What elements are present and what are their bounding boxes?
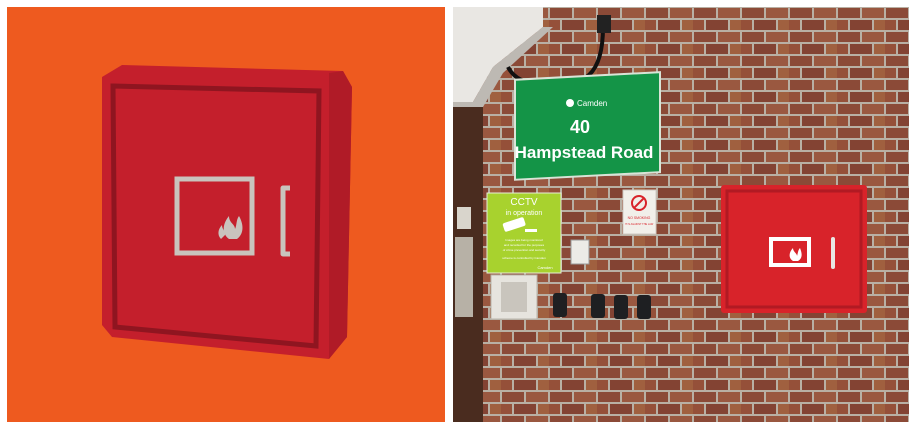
cctv-brand: Camden (537, 265, 552, 270)
cctv-title: CCTV (510, 197, 538, 208)
cable-junction (597, 15, 611, 33)
photo-panel: Camden 40 Hampstead Road CCTV in operati… (453, 7, 909, 422)
photo-cabinet-handle (831, 237, 835, 269)
cctv-small-2: and recorded for the purposes (504, 243, 545, 247)
door-plate (457, 207, 471, 229)
cctv-small-1: Images are being monitored (505, 238, 543, 242)
sign-street: Hampstead Road (515, 143, 654, 162)
cctv-small-4: scheme is controlled by Camden (502, 256, 546, 260)
key-box-3 (614, 295, 628, 319)
sign-number: 40 (570, 117, 590, 137)
intercom-panel (455, 237, 473, 317)
cctv-subtitle: in operation (506, 210, 543, 217)
illustration-panel (7, 7, 445, 422)
no-smoking-text-1: NO SMOKING (628, 216, 651, 220)
switch-plate (570, 239, 590, 265)
entry-keypad (501, 282, 527, 312)
cctv-small-3: of crime prevention and security (503, 248, 546, 252)
street-sign: Camden 40 Hampstead Road (514, 71, 661, 181)
no-smoking-text-2: IT IS AGAINST THE LAW (625, 223, 654, 226)
camden-logo (566, 99, 574, 107)
cabinet-illustration (7, 7, 445, 422)
wall-photo: Camden 40 Hampstead Road CCTV in operati… (453, 7, 909, 422)
key-box-4 (637, 295, 651, 319)
photo-cabinet (721, 185, 867, 313)
sign-brand: Camden (577, 99, 607, 108)
key-box-2 (591, 294, 605, 318)
cctv-sign: CCTV in operation Images are being monit… (486, 192, 562, 274)
no-smoking-sign: NO SMOKING IT IS AGAINST THE LAW (622, 189, 657, 235)
photo-cabinet-label (773, 241, 807, 263)
key-box-1 (553, 293, 567, 317)
